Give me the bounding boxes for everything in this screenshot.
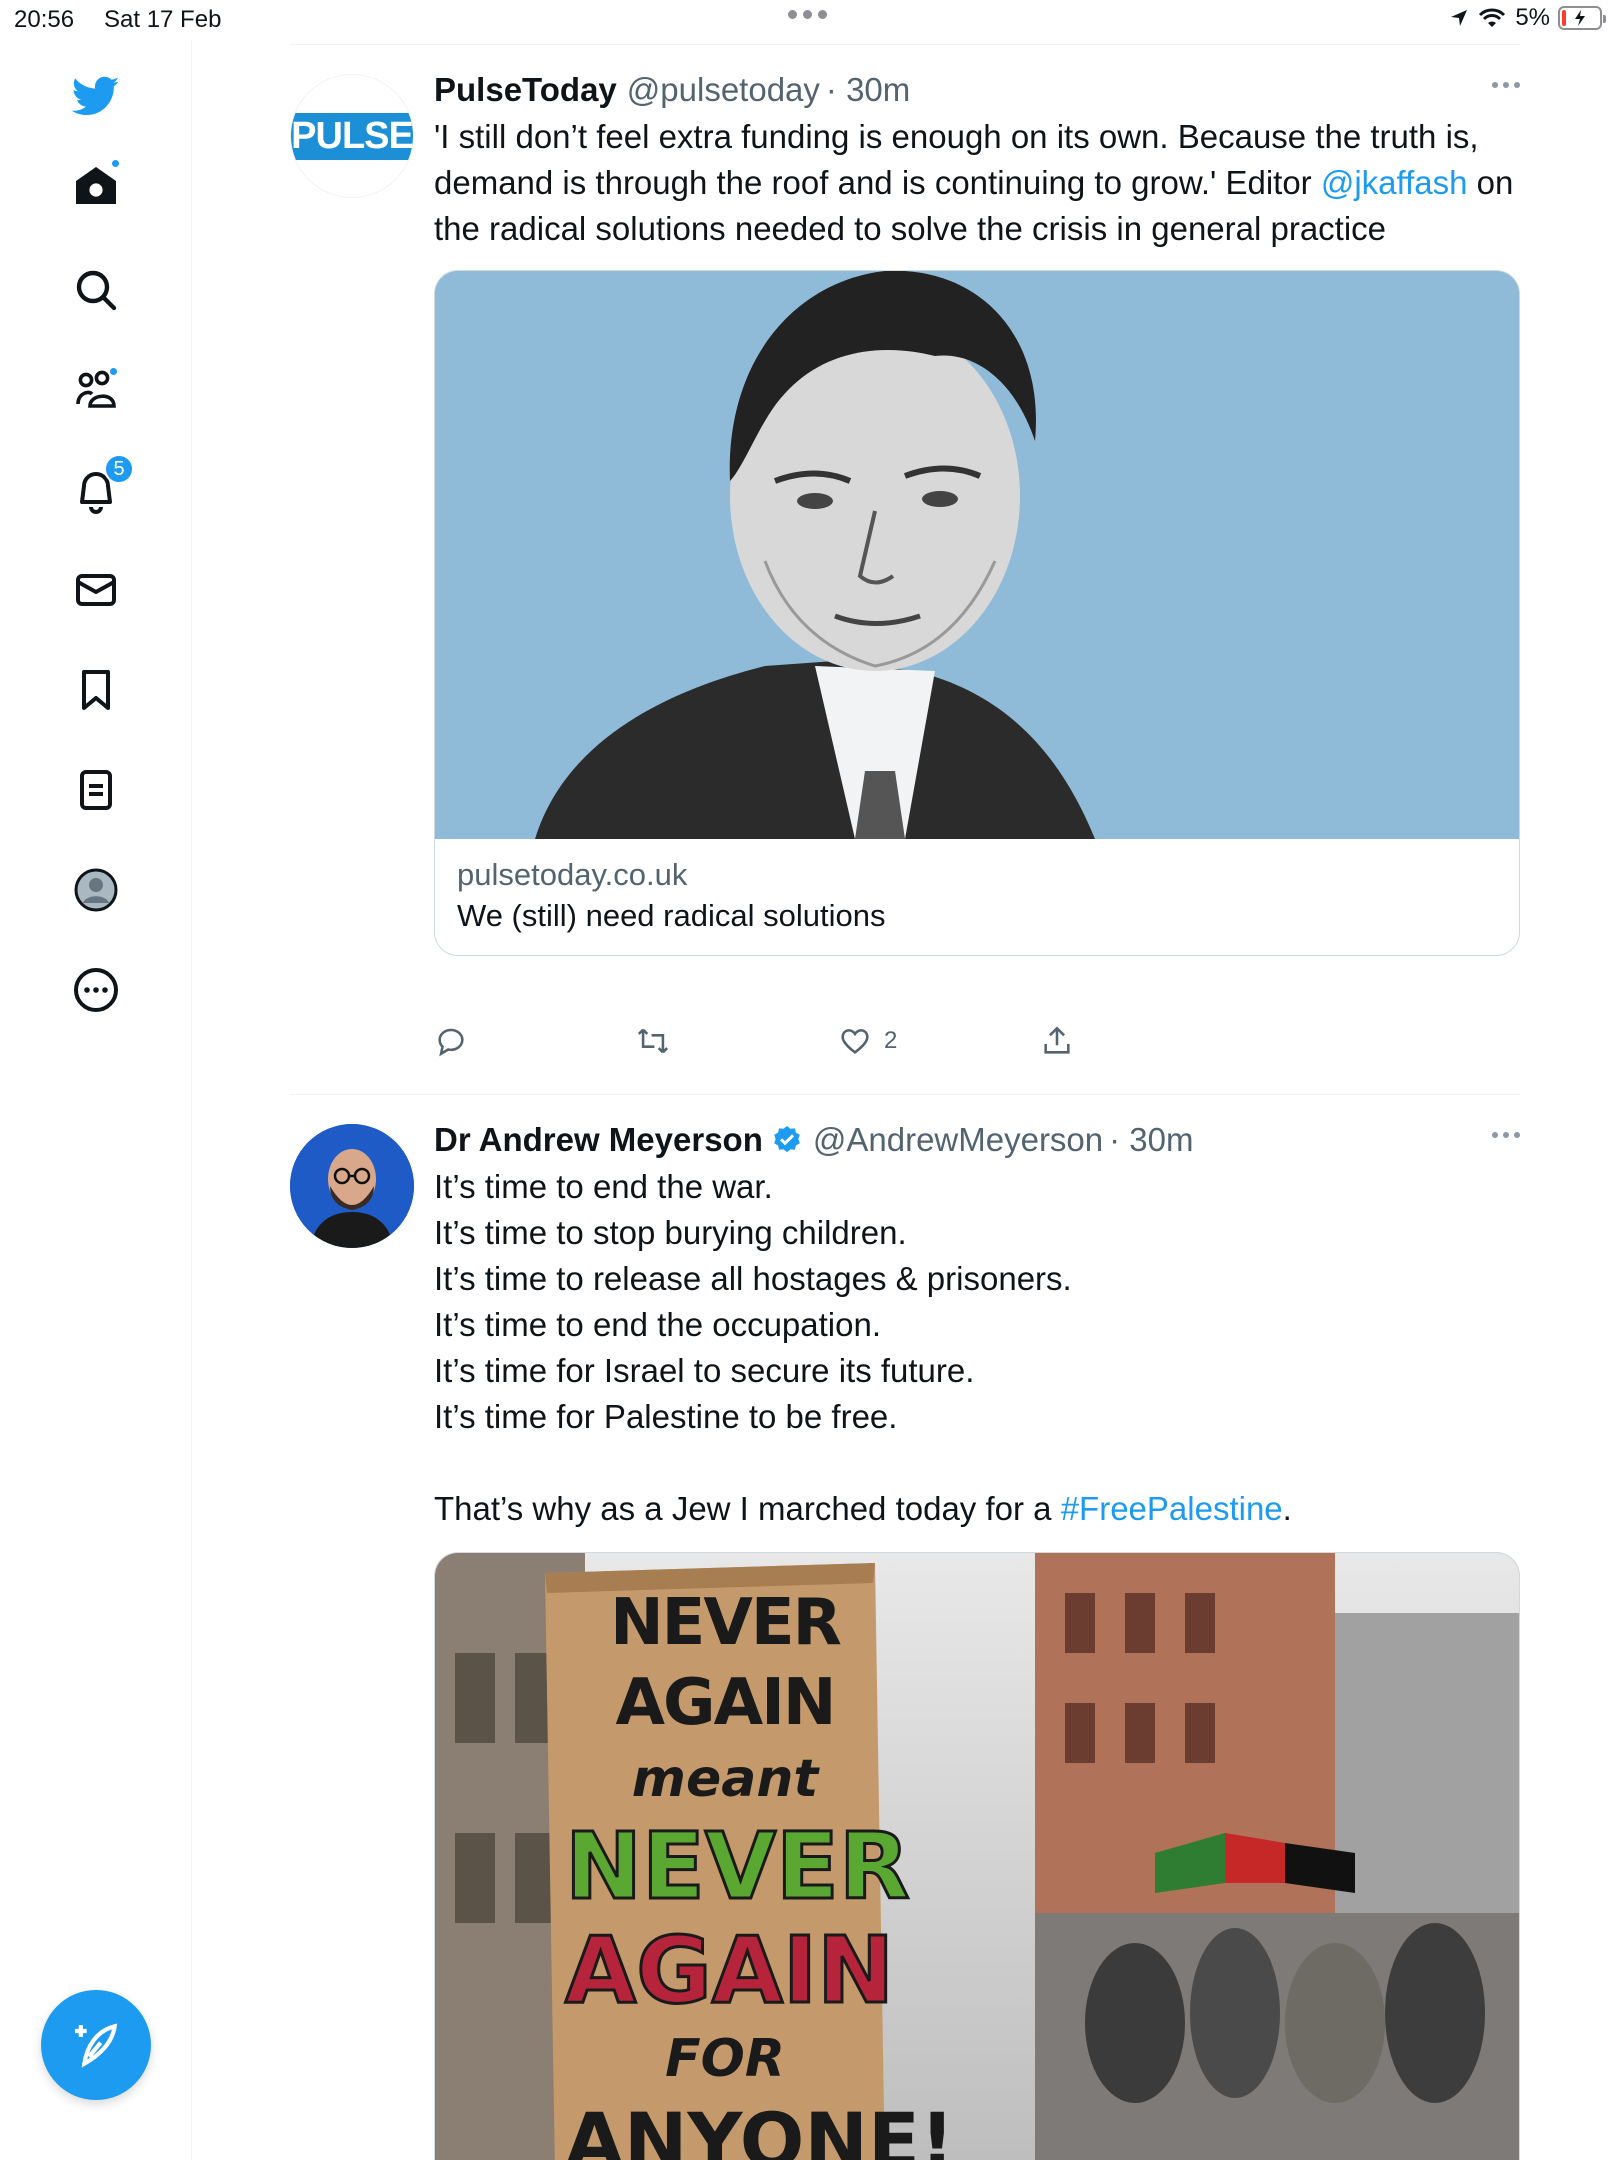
tweet-text-part: It’s time to end the war. It’s time to s…: [434, 1168, 1072, 1527]
search-icon[interactable]: [66, 260, 126, 320]
share-button[interactable]: [1040, 1024, 1242, 1058]
more-icon[interactable]: [66, 960, 126, 1020]
tweet-photo[interactable]: NEVER AGAIN meant NEVER AGAIN FOR ANYONE…: [434, 1552, 1520, 2160]
author-name[interactable]: Dr Andrew Meyerson: [434, 1118, 763, 1162]
location-arrow-icon: [1451, 10, 1468, 26]
author-handle[interactable]: @pulsetoday: [627, 68, 820, 112]
sign-line: FOR: [665, 2029, 785, 2089]
sign-line: NEVER AGAIN: [610, 1586, 842, 1740]
more-options-icon[interactable]: [1492, 82, 1520, 88]
status-right: 5%: [1449, 4, 1606, 32]
tweet-body: PulseToday @pulsetoday · 30m 'I still do…: [434, 68, 1520, 956]
avatar-pulsetoday[interactable]: PULSE: [290, 74, 414, 198]
battery-icon: [1558, 6, 1606, 30]
messages-icon[interactable]: [66, 560, 126, 620]
tweet-divider: [290, 1094, 1520, 1095]
lists-icon[interactable]: [66, 760, 126, 820]
sidebar: 5: [0, 40, 192, 2160]
bookmarks-icon[interactable]: [66, 660, 126, 720]
pulse-logo: PULSE: [291, 112, 413, 160]
wifi-icon: [1479, 8, 1506, 27]
sign-line: meant: [631, 1749, 819, 1809]
tweet-actions: 2: [434, 1024, 1520, 1058]
sign-line: AGAIN: [564, 1917, 896, 2024]
hashtag-link[interactable]: #FreePalestine: [1061, 1490, 1283, 1527]
link-card[interactable]: pulsetoday.co.uk We (still) need radical…: [434, 270, 1520, 956]
like-count: 2: [884, 1027, 898, 1054]
tweet-header: Dr Andrew Meyerson @AndrewMeyerson · 30m: [434, 1118, 1520, 1162]
status-bar: 20:56 Sat 17 Feb 5%: [0, 0, 1620, 40]
verified-badge-icon: [774, 1126, 800, 1153]
notifications-badge: 5: [104, 454, 134, 484]
protest-sign: NEVER AGAIN meant NEVER AGAIN FOR ANYONE…: [564, 1583, 955, 2160]
avatar-andrew-meyerson[interactable]: [290, 1124, 414, 1248]
portrait-illustration: [435, 271, 1519, 839]
heart-icon: [841, 1029, 869, 1054]
tweet-text-part: .: [1282, 1490, 1292, 1527]
communities-icon[interactable]: [66, 360, 126, 420]
author-handle[interactable]: @AndrewMeyerson: [813, 1118, 1103, 1162]
tweet-body: Dr Andrew Meyerson @AndrewMeyerson · 30m…: [434, 1118, 1520, 2160]
communities-unread-dot: [108, 366, 119, 377]
tweet-time[interactable]: · 30m: [1109, 1118, 1193, 1162]
avatar-photo: [290, 1124, 414, 1248]
retweet-button[interactable]: [636, 1024, 838, 1058]
reply-button[interactable]: [434, 1024, 636, 1058]
card-meta: pulsetoday.co.uk We (still) need radical…: [435, 839, 1519, 955]
author-name[interactable]: PulseToday: [434, 68, 617, 112]
sign-line: ANYONE!: [565, 2096, 955, 2160]
status-time: 20:56: [14, 6, 75, 33]
card-image: [435, 271, 1519, 839]
retweet-icon: [637, 1028, 669, 1054]
multitasking-dots-icon[interactable]: [788, 10, 827, 19]
status-date: Sat 17 Feb: [104, 6, 222, 33]
home-unread-dot: [110, 158, 121, 169]
card-domain: pulsetoday.co.uk: [457, 857, 688, 892]
notifications-icon[interactable]: 5: [66, 454, 134, 520]
mention-link[interactable]: @jkaffash: [1321, 164, 1468, 201]
more-options-icon[interactable]: [1492, 1132, 1520, 1138]
tweet-time[interactable]: · 30m: [826, 68, 910, 112]
sign-line: NEVER: [564, 1813, 912, 1920]
battery-percent: 5%: [1515, 4, 1550, 31]
profile-icon[interactable]: [66, 860, 126, 920]
tweet-text: 'I still don’t feel extra funding is eno…: [434, 114, 1520, 252]
share-icon: [1044, 1026, 1070, 1054]
card-title: We (still) need radical solutions: [457, 898, 886, 933]
twitter-logo-icon[interactable]: [66, 66, 126, 126]
timeline-top-divider: [290, 44, 1520, 45]
like-button[interactable]: 2: [838, 1024, 1040, 1058]
tweet-header: PulseToday @pulsetoday · 30m: [434, 68, 1520, 112]
compose-tweet-button[interactable]: [41, 1990, 151, 2100]
compose-tweet-icon: [75, 2023, 118, 2068]
tweet-text: It’s time to end the war. It’s time to s…: [434, 1164, 1520, 1532]
home-icon[interactable]: [66, 156, 126, 216]
reply-icon: [438, 1028, 464, 1057]
